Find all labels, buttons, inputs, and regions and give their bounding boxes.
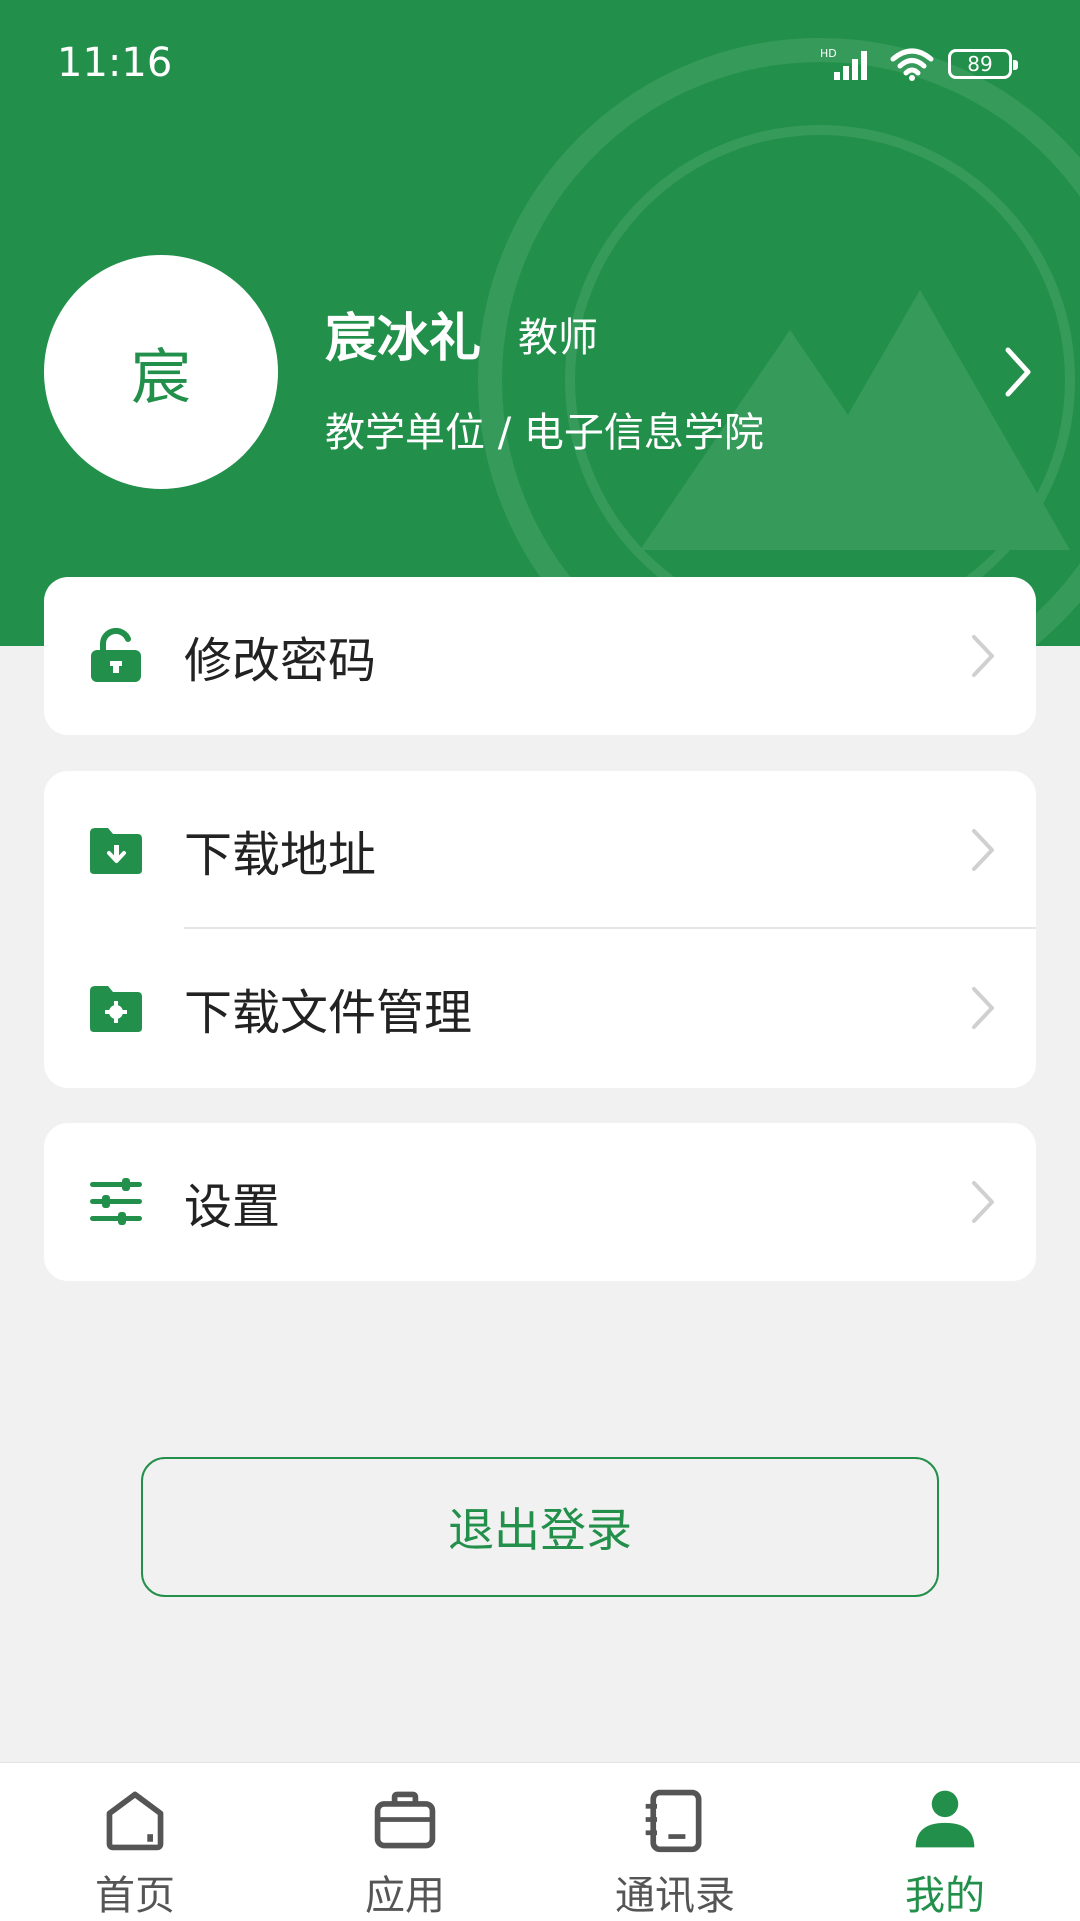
menu-item-download-address[interactable]: 下载地址 (44, 771, 1036, 929)
tab-mine[interactable]: 我的 (810, 1763, 1080, 1921)
user-department: 教学单位 / 电子信息学院 (325, 410, 764, 456)
profile-chevron-right-icon[interactable] (1000, 344, 1036, 400)
unlock-icon (88, 628, 144, 684)
status-time: 11:16 (57, 40, 173, 86)
tab-label: 通讯录 (615, 1873, 735, 1919)
cellular-signal-icon: HD (820, 47, 867, 80)
menu-item-download-file-manage[interactable]: 下载文件管理 (44, 929, 1036, 1087)
battery-level: 89 (967, 52, 993, 76)
folder-download-icon (88, 822, 144, 878)
chevron-right-icon (972, 987, 994, 1029)
download-card: 下载地址 下载文件管理 (44, 771, 1036, 1088)
tab-label: 我的 (905, 1873, 985, 1919)
chevron-right-icon (972, 1181, 994, 1223)
wifi-icon (890, 48, 934, 81)
tab-contacts[interactable]: 通讯录 (540, 1763, 810, 1921)
menu-item-change-password[interactable]: 修改密码 (44, 577, 1036, 735)
menu-item-label: 下载文件管理 (184, 985, 473, 1041)
battery-icon: 89 (948, 49, 1018, 79)
tab-home[interactable]: 首页 (0, 1763, 270, 1921)
avatar[interactable]: 宸 (44, 255, 278, 489)
logout-button[interactable]: 退出登录 (141, 1457, 939, 1597)
tab-label: 首页 (95, 1873, 175, 1919)
tab-label: 应用 (365, 1873, 445, 1919)
contacts-book-icon (645, 1789, 702, 1853)
user-name: 宸冰礼 (325, 309, 482, 369)
chevron-right-icon (972, 829, 994, 871)
password-card: 修改密码 (44, 577, 1036, 735)
status-bar: 11:16 HD 89 (0, 0, 1080, 120)
user-icon (915, 1790, 975, 1848)
user-role: 教师 (518, 315, 598, 361)
status-icons: HD 89 (820, 44, 1018, 84)
menu-item-label: 设置 (184, 1179, 281, 1235)
folder-settings-icon (88, 980, 144, 1036)
menu-item-label: 下载地址 (184, 827, 377, 883)
network-label: HD (820, 47, 837, 60)
tab-apps[interactable]: 应用 (270, 1763, 540, 1921)
profile-header: 11:16 HD 89 宸 宸冰礼 教师 教学单位 / 电子信息学院 (0, 0, 1080, 646)
home-icon (106, 1791, 164, 1851)
settings-card: 设置 (44, 1123, 1036, 1281)
bottom-tab-bar: 首页 应用 通讯录 我的 (0, 1762, 1080, 1921)
menu-item-settings[interactable]: 设置 (44, 1123, 1036, 1281)
briefcase-icon (374, 1791, 436, 1849)
menu-item-label: 修改密码 (184, 633, 377, 689)
chevron-right-icon (972, 635, 994, 677)
sliders-icon (88, 1174, 144, 1230)
